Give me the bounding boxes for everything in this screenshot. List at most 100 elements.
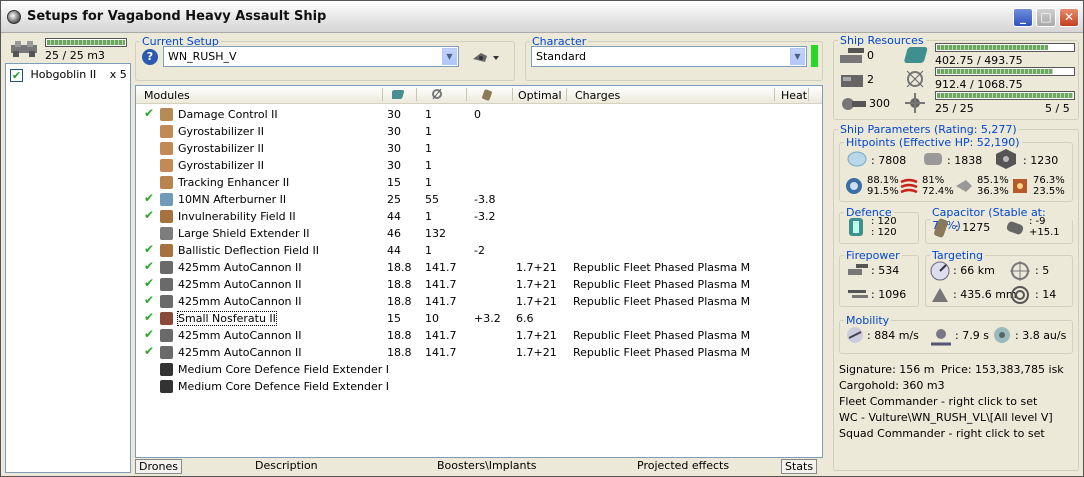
table-row[interactable]: ✔ 425mm AutoCannon II 18.8 141.7 1.7+21 Repub… (136, 293, 822, 310)
title-bar[interactable]: Setups for Vagabond Heavy Assault Ship _… (1, 1, 1083, 33)
module-active-check-icon[interactable]: ✔ (144, 310, 154, 324)
module-icon (160, 193, 173, 206)
module-powergrid: 141.7 (425, 261, 457, 274)
module-icon (160, 380, 173, 393)
drone-bay-icon (11, 41, 37, 57)
table-row[interactable]: ✔ 425mm AutoCannon II 18.8 141.7 1.7+21 Repub… (136, 327, 822, 344)
module-active-check-icon[interactable]: ✔ (144, 344, 154, 358)
defence-value-b: : 120 (871, 227, 897, 238)
table-row[interactable]: Tracking Enhancer II 15 1 (136, 174, 822, 191)
kinetic-shield-resist: 85.1% (977, 175, 1009, 186)
table-row[interactable]: Gyrostabilizer II 30 1 (136, 123, 822, 140)
module-cpu: 44 (387, 210, 401, 223)
capacitor-icon (934, 218, 948, 238)
tab-drones[interactable]: Drones (135, 459, 182, 474)
list-item[interactable]: ✔ Hobgoblin II x 5 (10, 68, 127, 82)
module-active-check-icon[interactable]: ✔ (144, 208, 154, 222)
module-active-check-icon[interactable]: ✔ (144, 191, 154, 205)
module-icon (160, 244, 173, 257)
module-powergrid: 1 (425, 210, 432, 223)
module-name: 425mm AutoCannon II (178, 261, 302, 274)
table-row[interactable]: ✔ Damage Control II 30 1 0 (136, 106, 822, 123)
module-name: Medium Core Defence Field Extender I (178, 380, 390, 393)
help-icon[interactable]: ? (142, 49, 158, 65)
chevron-down-icon[interactable]: ▼ (790, 48, 805, 65)
table-row[interactable]: Medium Core Defence Field Extender I (136, 361, 822, 378)
module-icon (160, 329, 173, 342)
thermal-shield-resist: 81% (922, 175, 945, 186)
module-active-check-icon[interactable]: ✔ (144, 259, 154, 273)
table-row[interactable]: ✔ 425mm AutoCannon II 18.8 141.7 1.7+21 Repub… (136, 344, 822, 361)
module-active-check-icon[interactable]: ✔ (144, 327, 154, 341)
tab-description[interactable]: Description (255, 459, 318, 472)
table-row[interactable]: ✔ Small Nosferatu II 15 10 +3.2 6.6 (136, 310, 822, 327)
drone-checkbox[interactable]: ✔ (10, 68, 23, 82)
col-modules[interactable]: Modules (144, 89, 190, 102)
table-row[interactable]: Medium Core Defence Field Extender I (136, 378, 822, 395)
col-charges[interactable]: Charges (575, 89, 620, 102)
ship-menu-button[interactable] (471, 48, 505, 66)
fleet-commander-text[interactable]: Fleet Commander - right click to set (839, 395, 1037, 408)
close-button[interactable]: ✕ (1059, 8, 1079, 27)
module-powergrid: 141.7 (425, 278, 457, 291)
drone-list[interactable]: ✔ Hobgoblin II x 5 (5, 63, 131, 473)
setup-select[interactable]: WN_RUSH_V ▼ (163, 46, 459, 67)
table-row[interactable]: Gyrostabilizer II 30 1 (136, 140, 822, 157)
structure-hp-value: : 1230 (1023, 154, 1059, 167)
table-row[interactable]: ✔ 10MN Afterburner II 25 55 -3.8 (136, 191, 822, 208)
shield-hp-icon (847, 151, 867, 167)
module-cpu: 46 (387, 227, 401, 240)
cpu-bar (935, 43, 1075, 52)
wing-commander-text[interactable]: WC - Vulture\WN_RUSH_VL\[All level V] (839, 411, 1053, 424)
shield-hp-value: : 7808 (871, 154, 907, 167)
module-powergrid: 1 (425, 176, 432, 189)
sensor-strength-icon (1011, 286, 1029, 304)
tab-projected-effects[interactable]: Projected effects (637, 459, 729, 472)
table-row[interactable]: Large Shield Extender II 46 132 (136, 225, 822, 242)
squad-commander-text[interactable]: Squad Commander - right click to set (839, 427, 1045, 440)
table-row[interactable]: ✔ 425mm AutoCannon II 18.8 141.7 1.7+21 Repub… (136, 276, 822, 293)
module-name: Invulnerability Field II (178, 210, 296, 223)
table-row[interactable]: ✔ 425mm AutoCannon II 18.8 141.7 1.7+21 Repub… (136, 259, 822, 276)
calibration-value: 300 (869, 97, 890, 110)
modules-table[interactable]: Modules Optimal Charges Heat ✔ Damage Con… (135, 85, 823, 458)
capacitor-icon[interactable] (480, 88, 494, 104)
capacitor-value: : 1275 (955, 221, 991, 234)
powergrid-icon[interactable] (430, 88, 444, 104)
price-text: Price: 153,383,785 isk (941, 363, 1064, 376)
tab-stats[interactable]: Stats (781, 459, 818, 474)
armor-hp-icon (924, 153, 942, 165)
cpu-icon[interactable] (390, 88, 406, 104)
calibration-icon (842, 98, 866, 110)
powergrid-icon (906, 70, 924, 88)
module-icon (160, 108, 173, 121)
module-active-check-icon[interactable]: ✔ (144, 106, 154, 120)
module-optimal: 1.7+21 (516, 346, 557, 359)
module-powergrid: 1 (425, 244, 432, 257)
maximize-button[interactable]: □ (1036, 8, 1056, 27)
table-row[interactable]: Gyrostabilizer II 30 1 (136, 157, 822, 174)
col-optimal[interactable]: Optimal (518, 89, 562, 102)
sensor-strength-value: : 14 (1035, 288, 1057, 301)
character-select[interactable]: Standard ▼ (531, 46, 807, 67)
module-capacitor: 0 (474, 108, 481, 121)
kinetic-armor-resist: 36.3% (977, 186, 1009, 197)
powergrid-text: 912.4 / 1068.75 (935, 78, 1023, 91)
signature-text: Signature: 156 m (839, 363, 935, 376)
module-active-check-icon[interactable]: ✔ (144, 293, 154, 307)
module-active-check-icon[interactable]: ✔ (144, 276, 154, 290)
chevron-down-icon[interactable]: ▼ (442, 48, 457, 65)
table-row[interactable]: ✔ Ballistic Deflection Field II 44 1 -2 (136, 242, 822, 259)
active-drones-text: 5 / 5 (1045, 102, 1070, 115)
minimize-button[interactable]: _ (1013, 8, 1033, 27)
em-armor-resist: 91.5% (867, 186, 899, 197)
table-row[interactable]: ✔ Invulnerability Field II 44 1 -3.2 (136, 208, 822, 225)
launcher-hardpoint-icon (841, 75, 863, 87)
module-icon (160, 278, 173, 291)
tab-boosters-implants[interactable]: Boosters\Implants (437, 459, 537, 472)
col-heat[interactable]: Heat (781, 89, 807, 102)
module-active-check-icon[interactable]: ✔ (144, 242, 154, 256)
module-cpu: 18.8 (387, 278, 412, 291)
explosive-resist-icon (1013, 179, 1027, 193)
volley-icon (848, 290, 868, 298)
